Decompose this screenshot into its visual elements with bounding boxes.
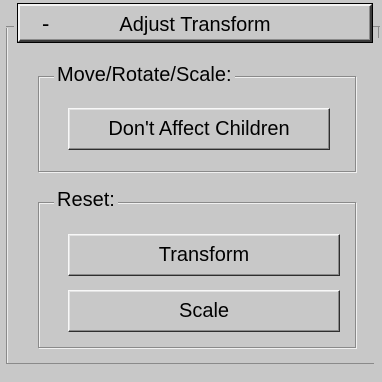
reset-label: Reset: — [54, 188, 118, 212]
dont-affect-children-button[interactable]: Don't Affect Children — [68, 108, 330, 150]
reset-transform-button[interactable]: Transform — [68, 234, 340, 276]
rollout-title: Adjust Transform — [119, 14, 271, 36]
rollout-header-adjust-transform[interactable]: - Adjust Transform — [18, 4, 372, 42]
frame-corner-left — [6, 26, 14, 27]
frame-edge-right — [378, 26, 379, 38]
reset-scale-button[interactable]: Scale — [68, 290, 340, 332]
move-rotate-scale-label: Move/Rotate/Scale: — [54, 63, 235, 87]
